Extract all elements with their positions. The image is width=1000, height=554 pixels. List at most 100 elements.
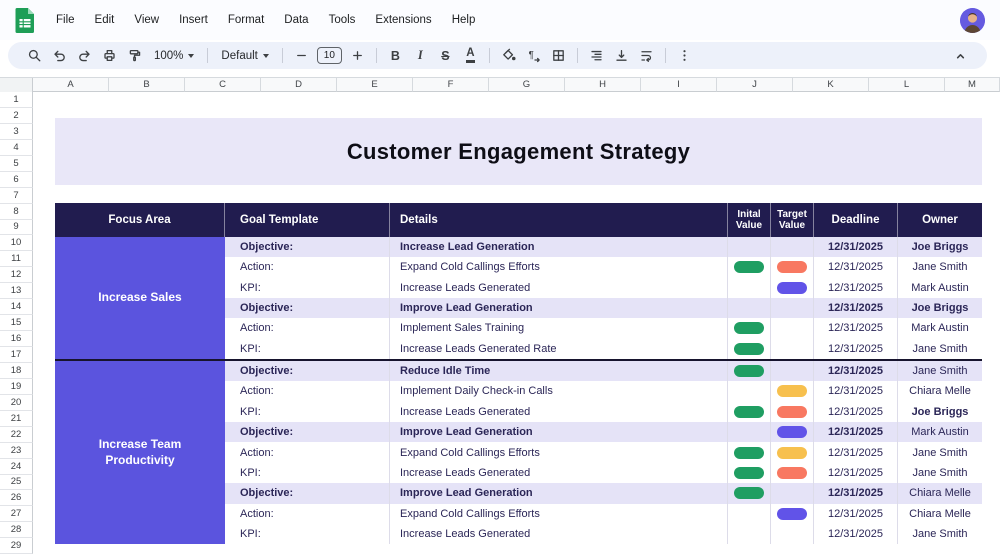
sheets-logo-icon[interactable] [14, 7, 36, 34]
target-value-cell[interactable] [771, 361, 814, 381]
row-header-28[interactable]: 28 [0, 522, 33, 538]
menu-tools[interactable]: Tools [319, 10, 366, 30]
owner-cell[interactable]: Jane Smith [898, 463, 982, 483]
row-header-25[interactable]: 25 [0, 475, 33, 491]
initial-value-cell[interactable] [728, 524, 771, 544]
owner-cell[interactable]: Mark Austin [898, 278, 982, 298]
detail-cell[interactable]: Increase Leads Generated [390, 463, 728, 483]
owner-cell[interactable]: Mark Austin [898, 318, 982, 338]
column-header-G[interactable]: G [489, 78, 565, 92]
column-header-K[interactable]: K [793, 78, 869, 92]
column-header-L[interactable]: L [869, 78, 945, 92]
goal-label-cell[interactable]: KPI: [225, 278, 390, 298]
menu-format[interactable]: Format [218, 10, 274, 30]
chevron-up-icon[interactable] [948, 44, 973, 67]
column-header-I[interactable]: I [641, 78, 717, 92]
focus-area-cell[interactable]: Increase Team Productivity [55, 361, 225, 545]
row-header-16[interactable]: 16 [0, 331, 33, 347]
target-value-cell[interactable] [771, 442, 814, 462]
column-header-J[interactable]: J [717, 78, 793, 92]
initial-value-cell[interactable] [728, 237, 771, 257]
fill-color-icon[interactable] [496, 44, 521, 67]
header-inital-value[interactable]: Inital Value [728, 203, 771, 237]
header-focus-area[interactable]: Focus Area [55, 203, 225, 237]
horizontal-align-icon[interactable] [584, 44, 609, 67]
row-header-24[interactable]: 24 [0, 459, 33, 475]
target-value-cell[interactable] [771, 298, 814, 318]
column-header-B[interactable]: B [109, 78, 185, 92]
initial-value-cell[interactable] [728, 361, 771, 381]
owner-cell[interactable]: Jane Smith [898, 338, 982, 358]
row-header-21[interactable]: 21 [0, 411, 33, 427]
deadline-cell[interactable]: 12/31/2025 [814, 402, 898, 422]
goal-label-cell[interactable]: Action: [225, 442, 390, 462]
search-icon[interactable] [22, 44, 47, 67]
header-details[interactable]: Details [390, 203, 728, 237]
row-header-10[interactable]: 10 [0, 235, 33, 251]
goal-label-cell[interactable]: Action: [225, 318, 390, 338]
owner-cell[interactable]: Jane Smith [898, 361, 982, 381]
initial-value-cell[interactable] [728, 278, 771, 298]
row-header-20[interactable]: 20 [0, 395, 33, 411]
goal-label-cell[interactable]: Objective: [225, 237, 390, 257]
account-avatar[interactable] [960, 8, 985, 33]
goal-label-cell[interactable]: Action: [225, 504, 390, 524]
deadline-cell[interactable]: 12/31/2025 [814, 422, 898, 442]
header-owner[interactable]: Owner [898, 203, 982, 237]
owner-cell[interactable]: Jane Smith [898, 524, 982, 544]
detail-cell[interactable]: Improve Lead Generation [390, 483, 728, 503]
row-header-7[interactable]: 7 [0, 188, 33, 204]
deadline-cell[interactable]: 12/31/2025 [814, 361, 898, 381]
target-value-cell[interactable] [771, 278, 814, 298]
detail-cell[interactable]: Reduce Idle Time [390, 361, 728, 381]
initial-value-cell[interactable] [728, 422, 771, 442]
deadline-cell[interactable]: 12/31/2025 [814, 504, 898, 524]
goal-label-cell[interactable]: Objective: [225, 361, 390, 381]
vertical-align-icon[interactable] [609, 44, 634, 67]
owner-cell[interactable]: Jane Smith [898, 442, 982, 462]
row-header-22[interactable]: 22 [0, 427, 33, 443]
owner-cell[interactable]: Joe Briggs [898, 237, 982, 257]
owner-cell[interactable]: Chiara Melle [898, 504, 982, 524]
owner-cell[interactable]: Joe Briggs [898, 298, 982, 318]
select-all-corner[interactable] [0, 78, 33, 93]
initial-value-cell[interactable] [728, 338, 771, 358]
sheet-title-banner[interactable]: Customer Engagement Strategy [55, 118, 982, 185]
row-header-1[interactable]: 1 [0, 92, 33, 108]
row-header-12[interactable]: 12 [0, 267, 33, 283]
initial-value-cell[interactable] [728, 298, 771, 318]
strikethrough-icon[interactable]: S [433, 44, 458, 67]
detail-cell[interactable]: Improve Lead Generation [390, 298, 728, 318]
goal-label-cell[interactable]: KPI: [225, 338, 390, 358]
column-header-C[interactable]: C [185, 78, 261, 92]
target-value-cell[interactable] [771, 338, 814, 358]
row-header-13[interactable]: 13 [0, 283, 33, 299]
deadline-cell[interactable]: 12/31/2025 [814, 442, 898, 462]
row-header-11[interactable]: 11 [0, 251, 33, 267]
row-header-18[interactable]: 18 [0, 363, 33, 379]
header-goal-template[interactable]: Goal Template [225, 203, 390, 237]
owner-cell[interactable]: Chiara Melle [898, 483, 982, 503]
column-header-F[interactable]: F [413, 78, 489, 92]
initial-value-cell[interactable] [728, 504, 771, 524]
initial-value-cell[interactable] [728, 463, 771, 483]
menu-file[interactable]: File [46, 10, 85, 30]
goal-label-cell[interactable]: Action: [225, 257, 390, 277]
deadline-cell[interactable]: 12/31/2025 [814, 237, 898, 257]
owner-cell[interactable]: Joe Briggs [898, 402, 982, 422]
target-value-cell[interactable] [771, 504, 814, 524]
column-header-A[interactable]: A [33, 78, 109, 92]
detail-cell[interactable]: Expand Cold Callings Efforts [390, 442, 728, 462]
zoom-select[interactable]: 100% [147, 50, 201, 62]
initial-value-cell[interactable] [728, 257, 771, 277]
focus-area-cell[interactable]: Increase Sales [55, 237, 225, 359]
detail-cell[interactable]: Expand Cold Callings Efforts [390, 257, 728, 277]
column-header-D[interactable]: D [261, 78, 337, 92]
initial-value-cell[interactable] [728, 483, 771, 503]
menu-edit[interactable]: Edit [85, 10, 125, 30]
goal-label-cell[interactable]: Objective: [225, 483, 390, 503]
header-deadline[interactable]: Deadline [814, 203, 898, 237]
font-size-input[interactable]: 10 [317, 47, 342, 64]
row-header-15[interactable]: 15 [0, 315, 33, 331]
row-header-29[interactable]: 29 [0, 538, 33, 554]
